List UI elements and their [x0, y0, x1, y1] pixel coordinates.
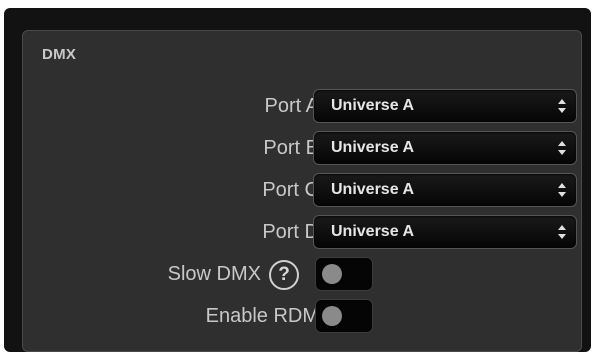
slow-dmx-toggle[interactable] [315, 257, 373, 291]
toggle-knob [322, 264, 342, 284]
updown-arrows-icon [558, 225, 566, 239]
enable-rdm-toggle[interactable] [315, 299, 373, 333]
port-c-select[interactable]: Universe A [313, 173, 577, 207]
port-d-select[interactable]: Universe A [313, 215, 577, 249]
port-d-label: Port D [262, 221, 319, 243]
dmx-panel: DMX Port A Universe A Port B Universe A [22, 30, 582, 352]
slow-dmx-label: Slow DMX [167, 263, 261, 285]
port-b-select-value: Universe A [331, 139, 414, 156]
port-c-select-value: Universe A [331, 181, 414, 198]
updown-arrows-icon [558, 99, 566, 113]
dmx-panel-outer: DMX Port A Universe A Port B Universe A [4, 8, 591, 352]
enable-rdm-label: Enable RDM [205, 305, 319, 327]
port-c-label: Port C [262, 179, 319, 201]
toggle-knob [322, 306, 342, 326]
port-b-label: Port B [263, 137, 319, 159]
port-a-label: Port A [264, 95, 319, 117]
app-frame: DMX Port A Universe A Port B Universe A [0, 0, 595, 356]
help-icon[interactable]: ? [269, 260, 299, 290]
port-d-select-value: Universe A [331, 223, 414, 240]
port-a-select-value: Universe A [331, 97, 414, 114]
port-b-select[interactable]: Universe A [313, 131, 577, 165]
section-title: DMX [42, 46, 77, 63]
updown-arrows-icon [558, 183, 566, 197]
updown-arrows-icon [558, 141, 566, 155]
port-a-select[interactable]: Universe A [313, 89, 577, 123]
